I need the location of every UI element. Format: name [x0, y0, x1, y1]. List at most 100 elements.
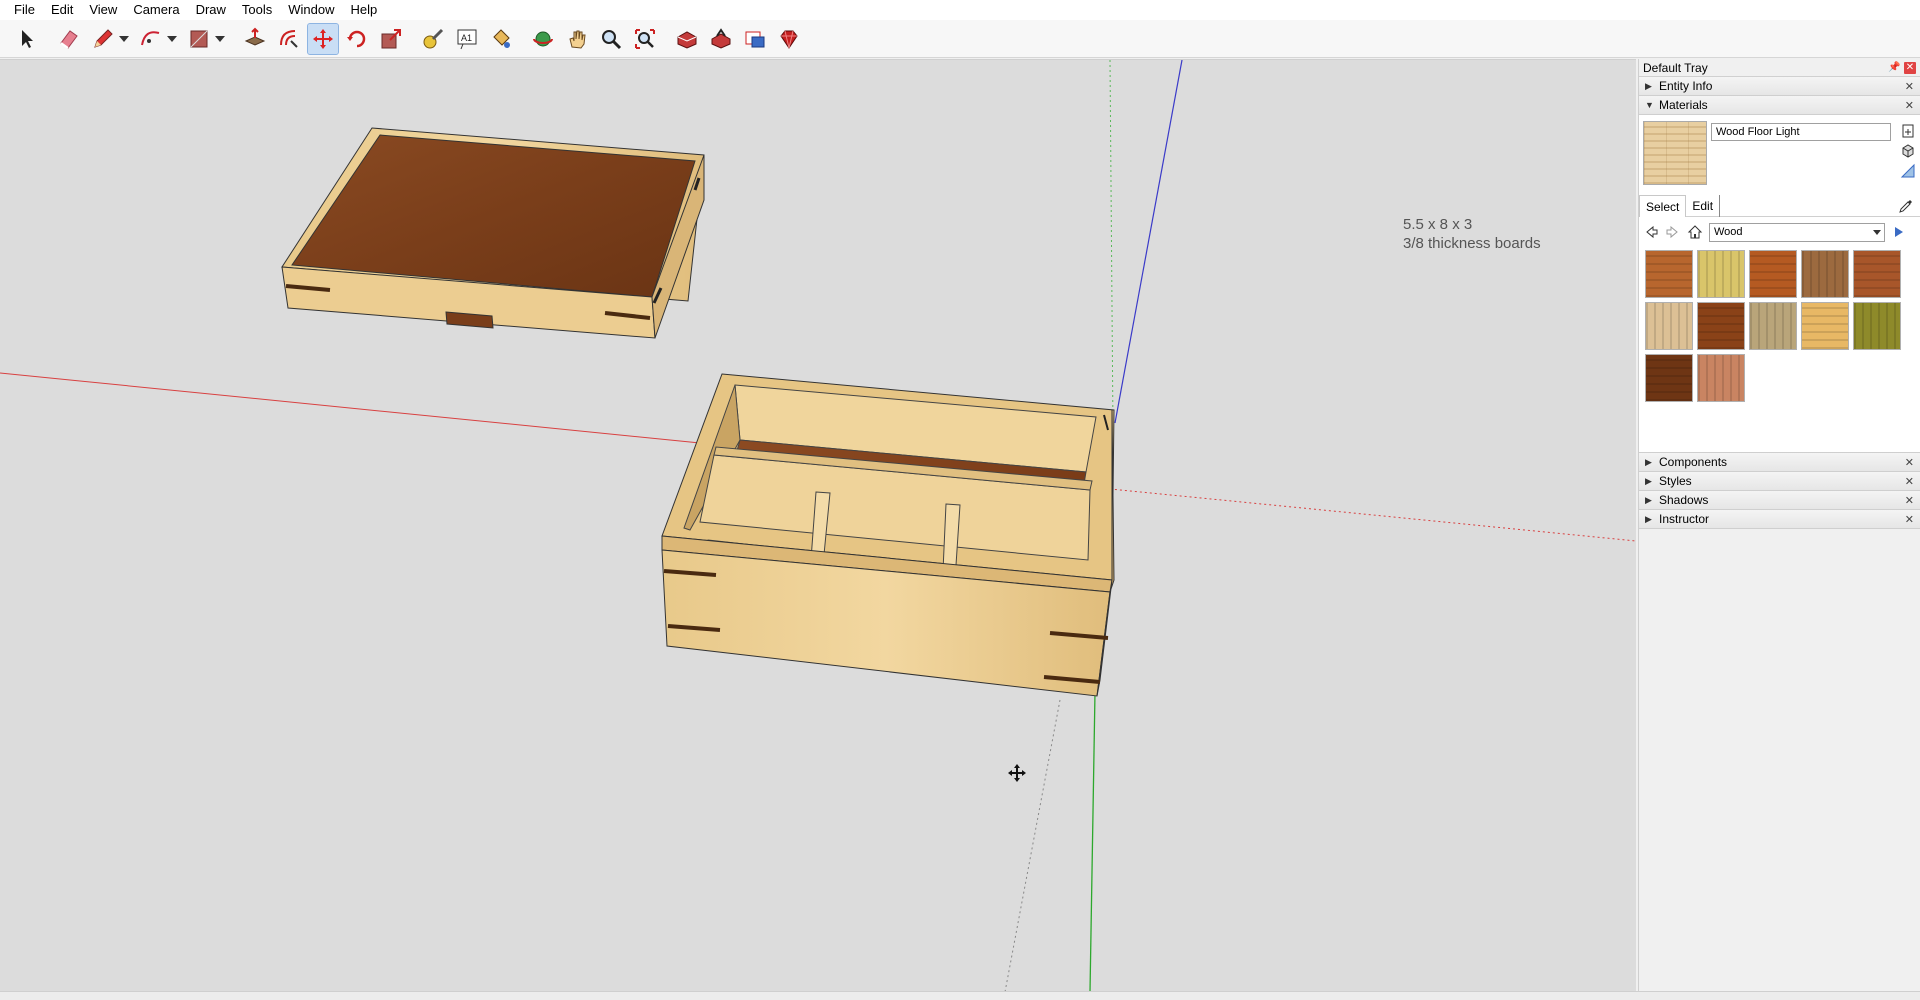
close-icon[interactable]: ✕: [1905, 456, 1914, 469]
material-swatch[interactable]: [1801, 302, 1849, 350]
library-select-value: Wood: [1714, 225, 1743, 238]
arrow-icon: [22, 29, 33, 48]
green-axis: [1089, 691, 1096, 991]
offset-tool[interactable]: [274, 24, 304, 54]
model-viewport[interactable]: 5.5 x 8 x 3 3/8 thickness boards: [0, 59, 1636, 991]
material-name-field[interactable]: Wood Floor Light: [1711, 123, 1891, 141]
orbit-icon: [533, 31, 553, 46]
push-pull-icon: [244, 27, 266, 46]
back-arrow-icon[interactable]: [1643, 224, 1659, 240]
close-icon[interactable]: ✕: [1905, 99, 1914, 112]
material-swatch[interactable]: [1697, 354, 1745, 402]
close-icon[interactable]: ✕: [1905, 475, 1914, 488]
menu-edit[interactable]: Edit: [43, 0, 81, 20]
menu-draw[interactable]: Draw: [188, 0, 234, 20]
warehouse-tool[interactable]: [672, 24, 702, 54]
pencil-dropdown[interactable]: [118, 24, 130, 54]
ruby-icon: [780, 30, 798, 49]
eyedropper-icon: [1899, 200, 1912, 213]
material-swatch[interactable]: [1801, 250, 1849, 298]
pan-tool[interactable]: [562, 24, 592, 54]
toolbar: A1: [0, 20, 1920, 58]
scale-tool[interactable]: [376, 24, 406, 54]
push-pull-tool[interactable]: [240, 24, 270, 54]
triangle-right-icon: ▶: [1645, 494, 1652, 505]
note-dimensions: 5.5 x 8 x 3: [1403, 216, 1473, 233]
material-swatch[interactable]: [1645, 354, 1693, 402]
panel-instructor[interactable]: ▶ Instructor ✕: [1639, 510, 1920, 529]
material-swatch[interactable]: [1645, 302, 1693, 350]
library-select[interactable]: Wood: [1709, 222, 1885, 242]
zoom-extents-tool[interactable]: [630, 24, 660, 54]
close-icon[interactable]: ✕: [1904, 61, 1916, 74]
menu-file[interactable]: File: [6, 0, 43, 20]
current-material-swatch[interactable]: [1643, 121, 1707, 185]
sample-paint-button[interactable]: [1898, 198, 1914, 217]
extension-tool[interactable]: [740, 24, 770, 54]
green-axis-dotted: [1109, 60, 1114, 431]
orbit-tool[interactable]: [528, 24, 558, 54]
eraser-icon: [60, 29, 78, 49]
rectangle-icon: [190, 30, 208, 47]
panel-entity-info[interactable]: ▶ Entity Info ✕: [1639, 77, 1920, 96]
arc-dropdown[interactable]: [166, 24, 178, 54]
box-base[interactable]: [661, 373, 1115, 697]
material-swatch[interactable]: [1645, 250, 1693, 298]
menu-view[interactable]: View: [81, 0, 125, 20]
home-icon[interactable]: [1687, 224, 1703, 240]
default-tray: Default Tray 📌 ✕ ▶ Entity Info ✕ ▼ Mater…: [1638, 59, 1920, 991]
move-tool[interactable]: [307, 22, 339, 55]
red-axis-dotted: [1099, 487, 1636, 542]
pan-icon: [569, 30, 586, 49]
panel-materials[interactable]: ▼ Materials ✕: [1639, 96, 1920, 115]
materials-nav-row: Wood: [1639, 220, 1920, 244]
material-swatch[interactable]: [1697, 302, 1745, 350]
tape-measure-icon: [423, 28, 444, 48]
panel-components[interactable]: ▶ Components ✕: [1639, 453, 1920, 472]
menu-tools[interactable]: Tools: [234, 0, 280, 20]
material-swatch[interactable]: [1749, 250, 1797, 298]
tray-title-bar: Default Tray 📌 ✕: [1639, 59, 1920, 77]
close-icon[interactable]: ✕: [1905, 494, 1914, 507]
material-swatch[interactable]: [1749, 302, 1797, 350]
material-swatch[interactable]: [1697, 250, 1745, 298]
text-tool[interactable]: A1: [452, 24, 482, 54]
select-tool[interactable]: [12, 24, 42, 54]
tape-measure-tool[interactable]: [418, 24, 448, 54]
materials-side-icons: [1900, 123, 1916, 179]
close-icon[interactable]: ✕: [1905, 80, 1914, 93]
box-lid[interactable]: [281, 127, 705, 339]
ruby-tool[interactable]: [774, 24, 804, 54]
eraser-tool[interactable]: [54, 24, 84, 54]
rotate-tool[interactable]: [342, 24, 372, 54]
display-secondary-icon[interactable]: [1900, 123, 1916, 139]
offset-icon: [280, 29, 298, 48]
material-swatch[interactable]: [1853, 302, 1901, 350]
panel-styles[interactable]: ▶ Styles ✕: [1639, 472, 1920, 491]
rectangle-dropdown[interactable]: [214, 24, 226, 54]
scene-canvas[interactable]: [0, 60, 1636, 991]
rectangle-tool[interactable]: [184, 24, 214, 54]
arc-icon: [141, 30, 160, 45]
note-thickness: 3/8 thickness boards: [1403, 235, 1541, 252]
material-swatch[interactable]: [1853, 250, 1901, 298]
close-icon[interactable]: ✕: [1905, 513, 1914, 526]
zoom-icon: [602, 29, 622, 49]
menu-help[interactable]: Help: [343, 0, 386, 20]
create-material-icon[interactable]: [1900, 143, 1916, 159]
tab-edit[interactable]: Edit: [1686, 194, 1721, 217]
tab-select[interactable]: Select: [1639, 194, 1687, 217]
paint-bucket-tool[interactable]: [486, 24, 516, 54]
pencil-tool[interactable]: [88, 24, 118, 54]
default-material-icon[interactable]: [1900, 163, 1916, 179]
forward-arrow-icon[interactable]: [1665, 224, 1681, 240]
menu-camera[interactable]: Camera: [125, 0, 187, 20]
share-model-tool[interactable]: [706, 24, 736, 54]
menu-window[interactable]: Window: [280, 0, 342, 20]
panel-shadows[interactable]: ▶ Shadows ✕: [1639, 491, 1920, 510]
zoom-tool[interactable]: [596, 24, 626, 54]
pin-icon[interactable]: 📌: [1888, 62, 1900, 73]
details-arrow-icon[interactable]: [1891, 224, 1907, 240]
status-bar: [0, 991, 1920, 1000]
arc-tool[interactable]: [136, 24, 166, 54]
